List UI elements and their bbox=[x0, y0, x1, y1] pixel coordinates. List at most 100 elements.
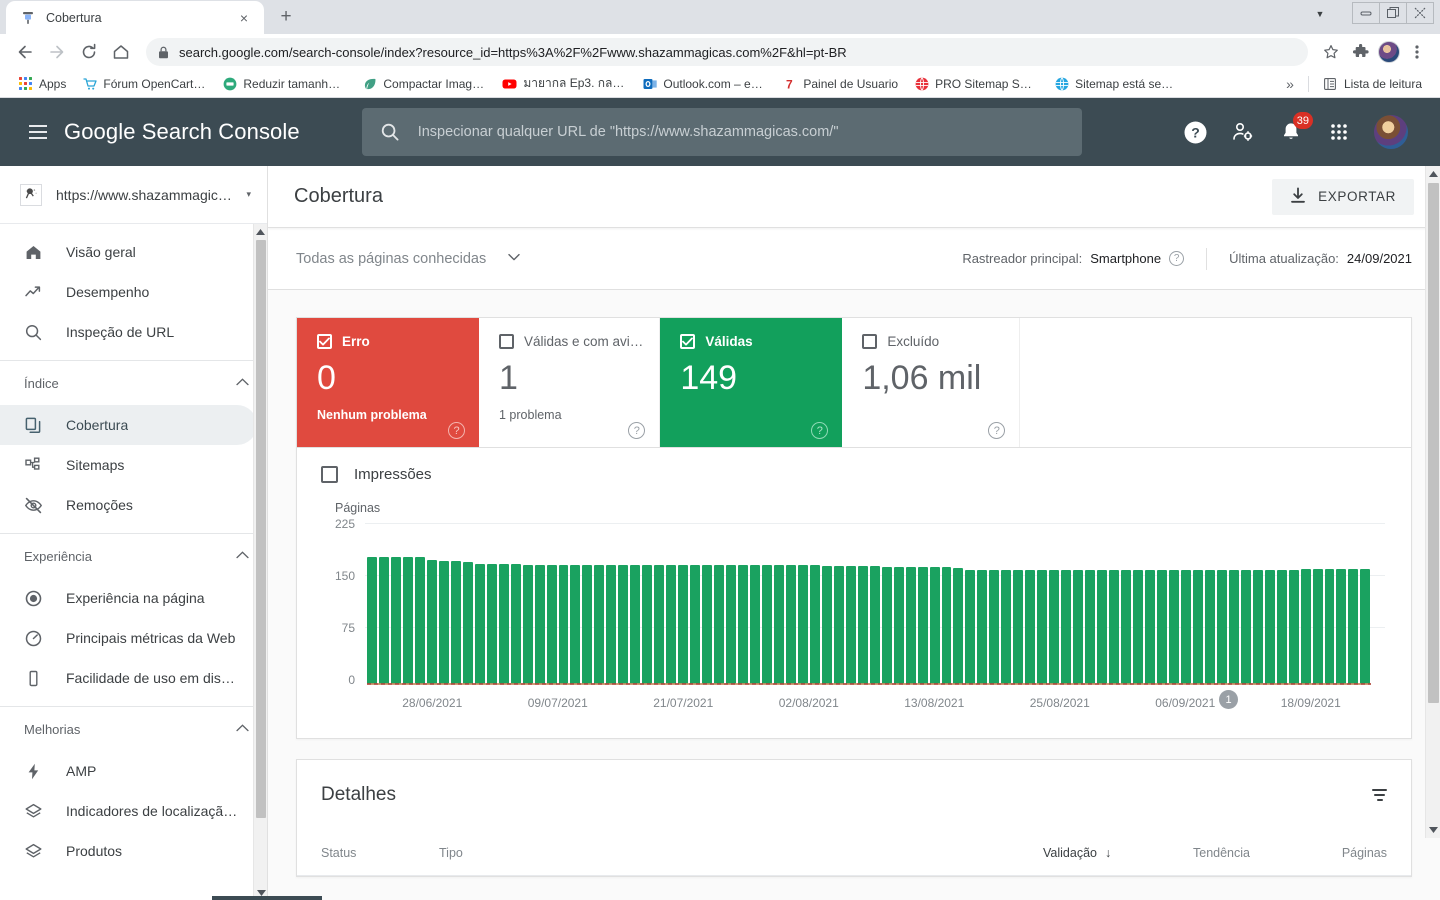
checkbox-erro[interactable] bbox=[317, 334, 332, 349]
checkbox-excluido[interactable] bbox=[862, 334, 878, 349]
chart-bar[interactable] bbox=[1192, 570, 1203, 684]
help-icon[interactable]: ? bbox=[1182, 119, 1208, 145]
column-header-tipo[interactable]: Tipo bbox=[439, 846, 1043, 860]
reload-icon[interactable] bbox=[74, 37, 104, 67]
checkbox-impressoes[interactable] bbox=[321, 466, 338, 483]
chart-bar[interactable] bbox=[809, 565, 820, 684]
browser-tab[interactable]: Cobertura × bbox=[6, 1, 264, 34]
home-icon[interactable] bbox=[106, 37, 136, 67]
chart-bar[interactable] bbox=[414, 556, 425, 684]
chart-bar[interactable] bbox=[977, 569, 988, 684]
bookmarks-overflow-button[interactable]: » bbox=[1278, 74, 1302, 94]
export-button[interactable]: EXPORTAR bbox=[1272, 178, 1414, 215]
chart-bar[interactable] bbox=[1324, 568, 1335, 684]
chart-bar[interactable] bbox=[1228, 570, 1239, 684]
chart-bar[interactable] bbox=[1097, 570, 1108, 684]
chart-bar[interactable] bbox=[750, 564, 760, 684]
chart-bar[interactable] bbox=[654, 564, 665, 684]
filter-icon[interactable] bbox=[1372, 789, 1387, 801]
chart-bar[interactable] bbox=[606, 565, 617, 684]
chart-bar[interactable] bbox=[989, 569, 1000, 684]
chart-bar[interactable] bbox=[845, 565, 856, 684]
url-inspection-input[interactable]: Inspecionar qualquer URL de "https://www… bbox=[361, 108, 1082, 156]
chart-bar[interactable] bbox=[833, 565, 844, 684]
chart-bar[interactable] bbox=[1144, 570, 1155, 684]
chart-bar[interactable] bbox=[1180, 570, 1191, 684]
chart-bar[interactable] bbox=[594, 565, 605, 684]
bookmark-youtube-video[interactable]: มายากล Ep3. กลไพยบ... bbox=[494, 72, 634, 95]
sidebar-scrollbar-thumb[interactable] bbox=[256, 240, 266, 818]
chart-bar[interactable] bbox=[1348, 568, 1359, 684]
back-icon[interactable] bbox=[10, 37, 40, 67]
bookmark-compactar-imagem[interactable]: Compactar Imagen... bbox=[354, 74, 494, 93]
hamburger-icon[interactable] bbox=[18, 112, 58, 152]
chart-bar[interactable] bbox=[618, 565, 629, 684]
chart-bar[interactable] bbox=[582, 565, 593, 684]
chart-bar[interactable] bbox=[929, 567, 940, 684]
sidebar-item-remocoes[interactable]: Remoções bbox=[0, 485, 257, 525]
chart-bar[interactable] bbox=[390, 557, 401, 684]
bookmark-reduzir-tamanho[interactable]: Reduzir tamanho d... bbox=[214, 74, 354, 93]
puzzle-icon[interactable] bbox=[1348, 39, 1374, 65]
sidebar-item-inspecao-url[interactable]: Inspeção de URL bbox=[0, 312, 257, 352]
address-bar[interactable]: search.google.com/search-console/index?r… bbox=[146, 38, 1308, 66]
chart-bar[interactable] bbox=[905, 566, 916, 684]
status-card-erro[interactable]: Erro 0 Nenhum problema ? bbox=[297, 318, 479, 447]
bookmark-sitemap-sendo[interactable]: Sitemap está sendo... bbox=[1046, 74, 1186, 93]
checkbox-avisos[interactable] bbox=[499, 334, 514, 349]
kebab-menu-icon[interactable] bbox=[1404, 39, 1430, 65]
chart-bar[interactable] bbox=[378, 557, 389, 684]
chart-bar[interactable] bbox=[941, 567, 952, 684]
scroll-up-icon[interactable] bbox=[1426, 166, 1440, 182]
chart-bar[interactable] bbox=[450, 560, 461, 684]
avatar[interactable] bbox=[1378, 41, 1400, 63]
chart-bar[interactable] bbox=[857, 565, 868, 684]
chart-bar[interactable] bbox=[1001, 569, 1012, 684]
chart-bar[interactable] bbox=[402, 557, 413, 684]
chart-bar[interactable] bbox=[761, 564, 772, 684]
chart-bar[interactable] bbox=[1276, 570, 1287, 684]
chart-bar[interactable] bbox=[534, 564, 545, 684]
chart-bar[interactable] bbox=[1168, 570, 1179, 684]
chart-bar[interactable] bbox=[1133, 570, 1143, 684]
chart-bar[interactable] bbox=[426, 560, 437, 684]
reading-list-button[interactable]: Lista de leitura bbox=[1315, 74, 1430, 93]
chart-bar[interactable] bbox=[1085, 570, 1096, 684]
chart-bar[interactable] bbox=[474, 563, 485, 684]
help-circle-icon[interactable]: ? bbox=[811, 422, 829, 439]
chart-bar[interactable] bbox=[570, 565, 581, 684]
help-circle-icon[interactable]: ? bbox=[1169, 251, 1185, 266]
chart-bar[interactable] bbox=[702, 564, 713, 684]
sidebar-group-melhorias[interactable]: Melhorias bbox=[0, 707, 267, 751]
chart-bar[interactable] bbox=[1109, 570, 1120, 684]
bookmark-apps[interactable]: Apps bbox=[10, 74, 74, 93]
sidebar-item-produtos[interactable]: Produtos bbox=[0, 831, 257, 871]
chart-bar[interactable] bbox=[726, 564, 737, 684]
chart-bar[interactable] bbox=[1288, 570, 1299, 684]
status-card-excluido[interactable]: Excluído 1,06 mil ? bbox=[842, 318, 1021, 447]
chart-bar[interactable] bbox=[1204, 570, 1215, 684]
sidebar-group-experiencia[interactable]: Experiência bbox=[0, 534, 267, 578]
chart-bar[interactable] bbox=[666, 564, 677, 684]
chart-bar[interactable] bbox=[367, 557, 377, 684]
chart-bar[interactable] bbox=[1073, 570, 1084, 684]
sidebar-item-cobertura[interactable]: Cobertura bbox=[0, 405, 257, 445]
sidebar-item-experiencia-pagina[interactable]: Experiência na página bbox=[0, 578, 257, 618]
status-card-avisos[interactable]: Válidas e com avi… 1 1 problema ? bbox=[479, 318, 661, 447]
column-header-paginas[interactable]: Páginas bbox=[1323, 846, 1387, 860]
status-card-validas[interactable]: Válidas 149 ? bbox=[660, 318, 843, 447]
property-selector[interactable]: https://www.shazammagicas… ▾ bbox=[0, 166, 267, 224]
chart-bar[interactable] bbox=[678, 564, 689, 684]
help-circle-icon[interactable]: ? bbox=[628, 422, 646, 439]
pages-filter-select[interactable]: Todas as páginas conhecidas bbox=[296, 251, 520, 267]
chart-bar[interactable] bbox=[917, 566, 928, 684]
chart-bar[interactable] bbox=[785, 565, 796, 684]
apps-grid-icon[interactable] bbox=[1326, 119, 1352, 145]
help-circle-icon[interactable]: ? bbox=[988, 422, 1006, 439]
column-header-tendencia[interactable]: Tendência bbox=[1193, 846, 1323, 860]
chart-bar[interactable] bbox=[1156, 570, 1167, 684]
sidebar-group-indice[interactable]: Índice bbox=[0, 361, 267, 405]
chart-bar[interactable] bbox=[510, 563, 521, 684]
chart-bar[interactable] bbox=[630, 565, 641, 684]
chevron-down-icon[interactable]: ▼ bbox=[1310, 4, 1330, 24]
